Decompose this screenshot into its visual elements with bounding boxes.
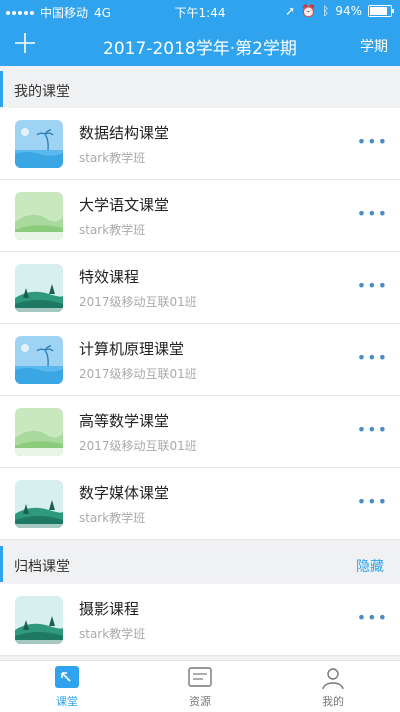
course-item[interactable]: 摄影课程 stark教学班 •••: [0, 584, 400, 656]
section-title: 我的课堂: [14, 84, 70, 100]
alarm-icon: ⏰: [301, 4, 317, 18]
more-options-icon[interactable]: •••: [357, 132, 388, 151]
course-class: stark教学班: [79, 627, 146, 641]
course-class: stark教学班: [79, 511, 146, 525]
course-class: 2017级移动互联01班: [79, 367, 197, 381]
archived-course-list: 摄影课程 stark教学班 •••: [0, 584, 400, 656]
section-my-classrooms: 我的课堂: [0, 71, 400, 107]
more-options-icon[interactable]: •••: [357, 420, 388, 439]
course-thumbnail: [15, 192, 63, 240]
section-title: 归档课堂: [14, 559, 70, 575]
course-name: 摄影课程: [79, 600, 140, 618]
nav-bar: 2017-2018学年·第2学期 学期: [0, 22, 400, 66]
course-name: 计算机原理课堂: [79, 340, 185, 358]
tab-bar: 课堂 资源 我的: [0, 660, 400, 712]
course-item[interactable]: 大学语文课堂 stark教学班 •••: [0, 180, 400, 252]
more-options-icon[interactable]: •••: [357, 204, 388, 223]
course-thumbnail: [15, 264, 63, 312]
more-options-icon[interactable]: •••: [357, 348, 388, 367]
classroom-icon: [55, 666, 79, 688]
clock: 下午1:44: [174, 6, 226, 20]
status-bar: 中国移动 4G 下午1:44 ➚ ⏰ ᛒ 94%: [0, 0, 400, 22]
course-thumbnail: [15, 480, 63, 528]
page-title: 2017-2018学年·第2学期: [103, 39, 297, 59]
course-class: stark教学班: [79, 223, 146, 237]
more-options-icon[interactable]: •••: [357, 276, 388, 295]
course-thumbnail: [15, 120, 63, 168]
course-item[interactable]: 计算机原理课堂 2017级移动互联01班 •••: [0, 324, 400, 396]
more-options-icon[interactable]: •••: [357, 492, 388, 511]
course-thumbnail: [15, 336, 63, 384]
profile-icon: [322, 668, 344, 690]
tab-classroom[interactable]: 课堂: [27, 665, 107, 709]
course-name: 特效课程: [79, 268, 140, 286]
course-name: 数字媒体课堂: [79, 484, 170, 502]
battery-percent: 94%: [335, 4, 362, 18]
more-options-icon[interactable]: •••: [357, 608, 388, 627]
course-item[interactable]: 数字媒体课堂 stark教学班 •••: [0, 468, 400, 540]
course-item[interactable]: 数据结构课堂 stark教学班 •••: [0, 108, 400, 180]
battery-icon: [368, 5, 394, 17]
section-archived-classrooms: 归档课堂 隐藏: [0, 546, 400, 582]
tab-profile[interactable]: 我的: [293, 665, 373, 709]
course-name: 高等数学课堂: [79, 412, 170, 430]
course-thumbnail: [15, 408, 63, 456]
resource-icon: [188, 667, 212, 687]
hide-archived-button[interactable]: 隐藏: [356, 556, 384, 576]
tab-resources[interactable]: 资源: [160, 665, 240, 709]
tab-label: 课堂: [56, 695, 78, 708]
course-list: 数据结构课堂 stark教学班 ••• 大学语文课堂 stark教学班 ••• 特效课程 20…: [0, 108, 400, 540]
plus-icon: [15, 33, 35, 53]
course-class: 2017级移动互联01班: [79, 439, 197, 453]
course-class: 2017级移动互联01班: [79, 295, 197, 309]
course-name: 大学语文课堂: [79, 196, 170, 214]
course-item[interactable]: 特效课程 2017级移动互联01班 •••: [0, 252, 400, 324]
course-class: stark教学班: [79, 151, 146, 165]
course-item[interactable]: 高等数学课堂 2017级移动互联01班 •••: [0, 396, 400, 468]
course-name: 数据结构课堂: [79, 124, 170, 142]
tab-label: 我的: [322, 695, 344, 708]
bluetooth-icon: ᛒ: [322, 4, 330, 18]
location-icon: ➚: [285, 4, 296, 18]
term-button[interactable]: 学期: [360, 36, 388, 56]
course-thumbnail: [15, 596, 63, 644]
add-course-button[interactable]: [10, 28, 40, 58]
tab-label: 资源: [189, 695, 211, 708]
